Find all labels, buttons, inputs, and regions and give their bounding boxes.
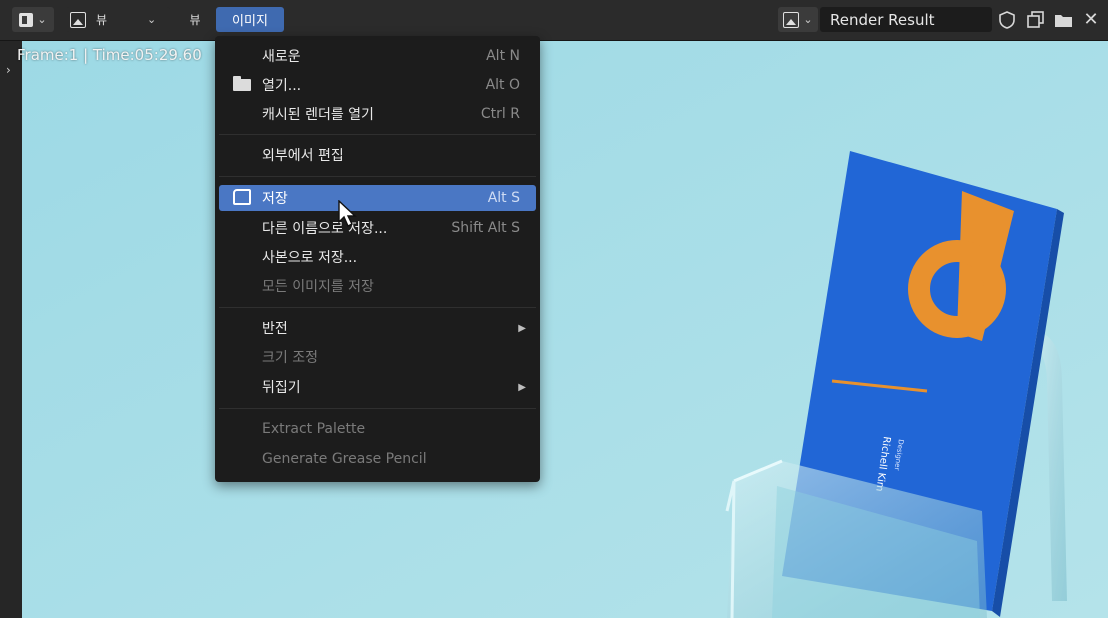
chevron-down-icon: ⌄	[37, 13, 47, 26]
image-icon	[783, 11, 800, 28]
menu-item-save-as[interactable]: 다른 이름으로 저장... Shift Alt S	[219, 215, 536, 241]
expand-arrow-icon[interactable]: ›	[6, 63, 11, 77]
menu-item-label: 저장	[262, 191, 288, 207]
browse-image-button[interactable]: ⌄	[778, 7, 818, 32]
menu-separator	[219, 134, 536, 135]
menu-item-save-copy[interactable]: 사본으로 저장...	[219, 244, 536, 270]
toolbar-strip[interactable]: ›	[0, 41, 22, 618]
duplicate-icon[interactable]	[1024, 9, 1046, 31]
menu-item-label: 뒤집기	[262, 380, 301, 396]
menu-item-label: 다른 이름으로 저장...	[262, 221, 388, 237]
menu-item-open[interactable]: 열기... Alt O	[219, 72, 536, 98]
chevron-down-icon: ⌄	[803, 13, 813, 26]
editor-type-button[interactable]: ⌄	[12, 7, 54, 32]
menu-item-label: 반전	[262, 321, 288, 337]
menu-item-edit-externally[interactable]: 외부에서 편집	[219, 142, 536, 168]
shortcut-label: Alt O	[485, 77, 520, 93]
menu-separator	[219, 408, 536, 409]
submenu-arrow-icon: ▶	[518, 322, 526, 334]
render-viewport[interactable]: Richell Kim Designer	[22, 41, 1108, 618]
menu-separator	[219, 176, 536, 177]
shortcut-label: Ctrl R	[480, 106, 520, 122]
folder-icon[interactable]	[1052, 9, 1074, 31]
menu-item-label: 모든 이미지를 저장	[262, 279, 374, 295]
menu-separator	[219, 307, 536, 308]
menu-item-label: 사본으로 저장...	[262, 250, 358, 266]
shield-icon[interactable]	[996, 9, 1018, 31]
editor-type-icon	[19, 12, 34, 27]
header-right-icons: ✕	[996, 7, 1102, 32]
shortcut-label: Alt N	[486, 48, 520, 64]
menu-item-label: 외부에서 편집	[262, 148, 344, 164]
menu-item-label: 크기 조정	[262, 350, 318, 366]
image-menu-dropdown: 새로운 Alt N 열기... Alt O 캐시된 렌더를 열기 Ctrl R …	[215, 36, 540, 482]
menu-item-invert[interactable]: 반전 ▶	[219, 315, 536, 341]
menu-item-save-all-images[interactable]: 모든 이미지를 저장	[219, 273, 536, 299]
menu-item-extract-palette[interactable]: Extract Palette	[219, 416, 536, 442]
view-mode-button[interactable]: 뷰 ⌄	[66, 7, 170, 32]
folder-icon	[233, 76, 251, 91]
menu-item-label: Generate Grease Pencil	[262, 451, 427, 467]
menu-view[interactable]: 뷰	[184, 7, 206, 32]
menu-item-open-cached-render[interactable]: 캐시된 렌더를 열기 Ctrl R	[219, 101, 536, 127]
view-mode-label: 뷰	[96, 13, 108, 27]
close-icon[interactable]: ✕	[1080, 9, 1102, 31]
save-icon	[233, 189, 251, 205]
shortcut-label: Alt S	[487, 190, 520, 206]
submenu-arrow-icon: ▶	[518, 381, 526, 393]
image-icon	[70, 11, 86, 28]
menu-item-label: 새로운	[262, 49, 301, 65]
menu-image[interactable]: 이미지	[216, 7, 284, 32]
shortcut-label: Shift Alt S	[451, 220, 520, 236]
menu-item-label: 캐시된 렌더를 열기	[262, 107, 374, 123]
menu-item-generate-grease-pencil[interactable]: Generate Grease Pencil	[219, 446, 536, 472]
image-editor-header: ⌄ 뷰 ⌄ 뷰 이미지 ⌄ Render Result ✕	[0, 0, 1108, 41]
menu-item-new[interactable]: 새로운 Alt N	[219, 43, 536, 69]
frame-info-overlay: Frame:1 | Time:05:29.60	[17, 46, 202, 64]
image-name-field[interactable]: Render Result	[820, 7, 992, 32]
menu-item-label: 열기...	[262, 78, 302, 94]
menu-item-save[interactable]: 저장 Alt S	[219, 185, 536, 211]
render-image: Richell Kim Designer	[22, 41, 1108, 618]
chevron-down-icon: ⌄	[147, 13, 157, 26]
menu-item-label: Extract Palette	[262, 421, 366, 437]
menu-item-resize[interactable]: 크기 조정	[219, 344, 536, 370]
menu-item-flip[interactable]: 뒤집기 ▶	[219, 374, 536, 400]
